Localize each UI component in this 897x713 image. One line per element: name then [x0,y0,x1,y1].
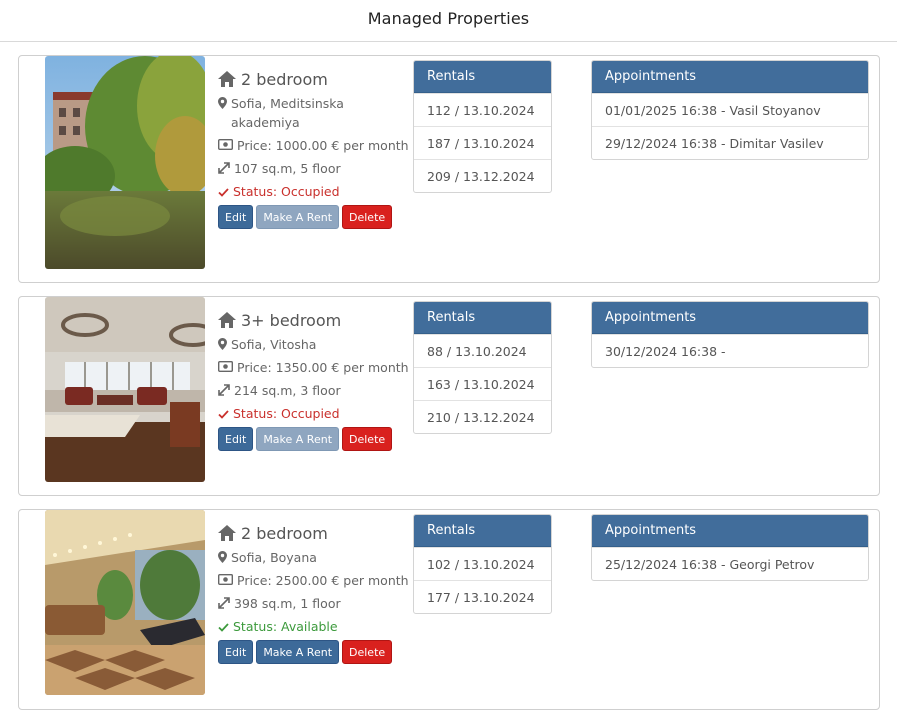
appointments-panel: Appointments 01/01/2025 16:38 - Vasil St… [591,60,869,160]
property-title: 2 bedroom [241,69,328,89]
page-header: Managed Properties [0,0,897,42]
appointments-header: Appointments [592,515,868,547]
property-info: 2 bedroom Sofia, Boyana Price: 2500.00 €… [218,522,413,664]
edit-button[interactable]: Edit [218,427,254,451]
rental-item[interactable]: 112 / 13.10.2024 [414,93,551,126]
resize-icon [218,384,230,396]
property-price: Price: 1000.00 € per month [237,138,409,153]
map-marker-icon [218,551,227,563]
rental-item[interactable]: 88 / 13.10.2024 [414,334,551,367]
appointment-item[interactable]: 01/01/2025 16:38 - Vasil Stoyanov [592,93,868,126]
status-badge: Status: Occupied [218,405,413,423]
property-title: 2 bedroom [241,523,328,543]
home-icon [218,312,236,328]
appointments-panel: Appointments 25/12/2024 16:38 - Georgi P… [591,514,869,581]
property-photo[interactable] [45,297,205,482]
property-card: 2 bedroom Sofia, Meditsinska akademiya P… [18,55,880,283]
status-text: Status: Occupied [233,406,340,421]
property-size: 214 sq.m, 3 floor [234,383,341,398]
money-icon [218,574,233,585]
property-title: 3+ bedroom [241,310,342,330]
rental-item[interactable]: 163 / 13.10.2024 [414,367,551,400]
delete-button[interactable]: Delete [342,427,393,451]
check-icon [218,187,229,197]
rental-item[interactable]: 177 / 13.10.2024 [414,580,551,613]
edit-button[interactable]: Edit [218,205,254,229]
rentals-panel: Rentals 88 / 13.10.2024 163 / 13.10.2024… [413,301,552,434]
resize-icon [218,597,230,609]
property-size: 107 sq.m, 5 floor [234,161,341,176]
rentals-header: Rentals [414,302,551,334]
property-size: 398 sq.m, 1 floor [234,596,341,611]
property-location: Sofia, Boyana [231,550,317,565]
property-info: 2 bedroom Sofia, Meditsinska akademiya P… [218,68,413,229]
resize-icon [218,162,230,174]
appointment-item[interactable]: 25/12/2024 16:38 - Georgi Petrov [592,547,868,580]
appointment-item[interactable]: 29/12/2024 16:38 - Dimitar Vasilev [592,126,868,159]
make-rent-button[interactable]: Make A Rent [256,427,340,451]
rental-item[interactable]: 102 / 13.10.2024 [414,547,551,580]
property-location: Sofia, Vitosha [231,337,317,352]
money-icon [218,361,233,372]
rental-item[interactable]: 210 / 13.12.2024 [414,400,551,433]
property-price: Price: 1350.00 € per month [237,360,409,375]
edit-button[interactable]: Edit [218,640,254,664]
money-icon [218,139,233,150]
check-icon [218,622,229,632]
appointments-header: Appointments [592,302,868,334]
appointment-item[interactable]: 30/12/2024 16:38 - [592,334,868,367]
rental-item[interactable]: 209 / 13.12.2024 [414,159,551,192]
property-photo[interactable] [45,56,205,269]
delete-button[interactable]: Delete [342,205,393,229]
rentals-panel: Rentals 112 / 13.10.2024 187 / 13.10.202… [413,60,552,193]
map-marker-icon [218,97,227,109]
delete-button[interactable]: Delete [342,640,393,664]
page-title: Managed Properties [367,9,530,28]
property-photo[interactable] [45,510,205,695]
check-icon [218,409,229,419]
make-rent-button[interactable]: Make A Rent [256,205,340,229]
property-card: 3+ bedroom Sofia, Vitosha Price: 1350.00… [18,296,880,496]
home-icon [218,71,236,87]
status-badge: Status: Occupied [218,183,413,201]
rentals-panel: Rentals 102 / 13.10.2024 177 / 13.10.202… [413,514,552,614]
map-marker-icon [218,338,227,350]
make-rent-button[interactable]: Make A Rent [256,640,340,664]
appointments-header: Appointments [592,61,868,93]
status-text: Status: Available [233,619,338,634]
property-price: Price: 2500.00 € per month [237,573,409,588]
status-text: Status: Occupied [233,184,340,199]
rentals-header: Rentals [414,61,551,93]
status-badge: Status: Available [218,618,413,636]
property-card: 2 bedroom Sofia, Boyana Price: 2500.00 €… [18,509,880,710]
rentals-header: Rentals [414,515,551,547]
home-icon [218,525,236,541]
property-info: 3+ bedroom Sofia, Vitosha Price: 1350.00… [218,309,413,451]
appointments-panel: Appointments 30/12/2024 16:38 - [591,301,869,368]
property-location: Sofia, Meditsinska akademiya [231,96,344,130]
rental-item[interactable]: 187 / 13.10.2024 [414,126,551,159]
